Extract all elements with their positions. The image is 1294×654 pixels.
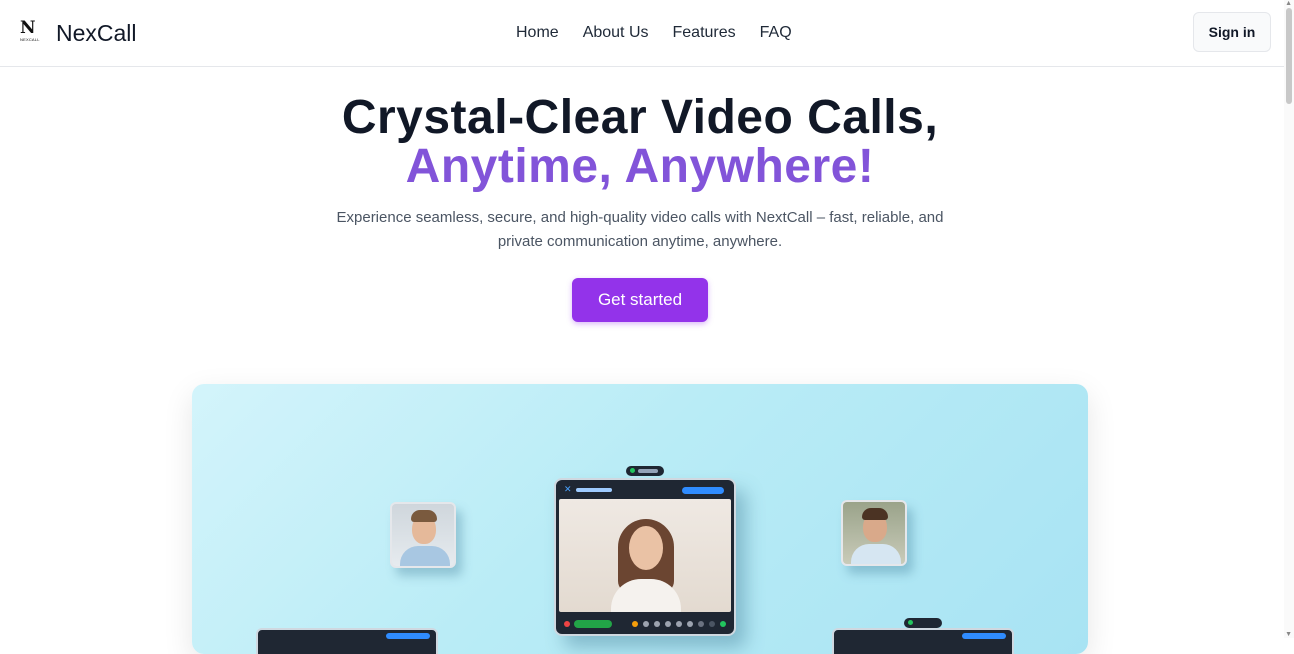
video-window-titlebar: ✕: [562, 484, 728, 498]
nexcall-logo-icon[interactable]: N NEXCALL: [20, 20, 44, 46]
sign-in-button[interactable]: Sign in: [1193, 12, 1271, 52]
video-window-status-pill: [962, 633, 1006, 639]
participant-hair: [411, 510, 437, 522]
nav-link-features[interactable]: Features: [673, 23, 736, 43]
hero-title-line-2: Anytime, Anywhere!: [405, 140, 875, 193]
secondary-status-badge: [904, 618, 942, 628]
screen-share-icon: [654, 621, 660, 627]
call-status-pill: [574, 620, 612, 628]
nav-link-home[interactable]: Home: [516, 23, 559, 43]
chat-icon: [665, 621, 671, 627]
confirm-icon: [720, 621, 726, 627]
speaker-face: [629, 526, 663, 570]
logo-mark: N: [20, 18, 36, 38]
live-indicator-dot-icon: [908, 620, 913, 625]
nav-link-about-us[interactable]: About Us: [583, 23, 649, 43]
get-started-button[interactable]: Get started: [572, 278, 708, 322]
top-navbar: N NEXCALL NexCall Home About Us Features…: [0, 0, 1294, 67]
participants-icon: [676, 621, 682, 627]
end-call-icon: [564, 621, 570, 627]
participant-hair: [862, 508, 888, 520]
participant-tile-right: [841, 500, 907, 566]
scrollbar-thumb[interactable]: [1286, 8, 1292, 104]
main-video-window: ✕: [554, 478, 736, 636]
brand-name[interactable]: NexCall: [56, 19, 137, 47]
call-controls-bar: [562, 618, 728, 630]
live-badge-text-mark: [638, 469, 658, 473]
record-icon: [709, 621, 715, 627]
video-window-title-mark: [576, 488, 612, 492]
participant-body: [400, 546, 450, 566]
page-scrollbar[interactable]: ▲ ▼: [1284, 0, 1294, 638]
video-window-status-pill: [682, 487, 724, 494]
hero-subtitle: Experience seamless, secure, and high-qu…: [336, 209, 944, 250]
settings-icon: [687, 621, 693, 627]
video-window-status-pill: [386, 633, 430, 639]
secondary-video-window-left: [256, 628, 438, 654]
video-call-illustration: ✕: [192, 384, 1088, 654]
secondary-video-window-right: [832, 628, 1014, 654]
main-nav: Home About Us Features FAQ: [516, 23, 792, 43]
camera-icon: [643, 621, 649, 627]
close-icon: ✕: [564, 484, 572, 494]
live-indicator-dot-icon: [630, 468, 635, 473]
logo-subtext: NEXCALL: [20, 37, 40, 42]
participant-body: [851, 544, 901, 564]
mic-icon: [632, 621, 638, 627]
scroll-up-arrow-icon[interactable]: ▲: [1285, 0, 1292, 7]
participant-tile-left: [390, 502, 456, 568]
nav-link-faq[interactable]: FAQ: [760, 23, 792, 43]
more-options-icon: [698, 621, 704, 627]
live-status-badge: [626, 466, 664, 476]
scroll-down-arrow-icon[interactable]: ▼: [1285, 631, 1292, 638]
hero-title-line-1: Crystal-Clear Video Calls,: [341, 91, 939, 144]
main-video-feed: [559, 499, 731, 612]
